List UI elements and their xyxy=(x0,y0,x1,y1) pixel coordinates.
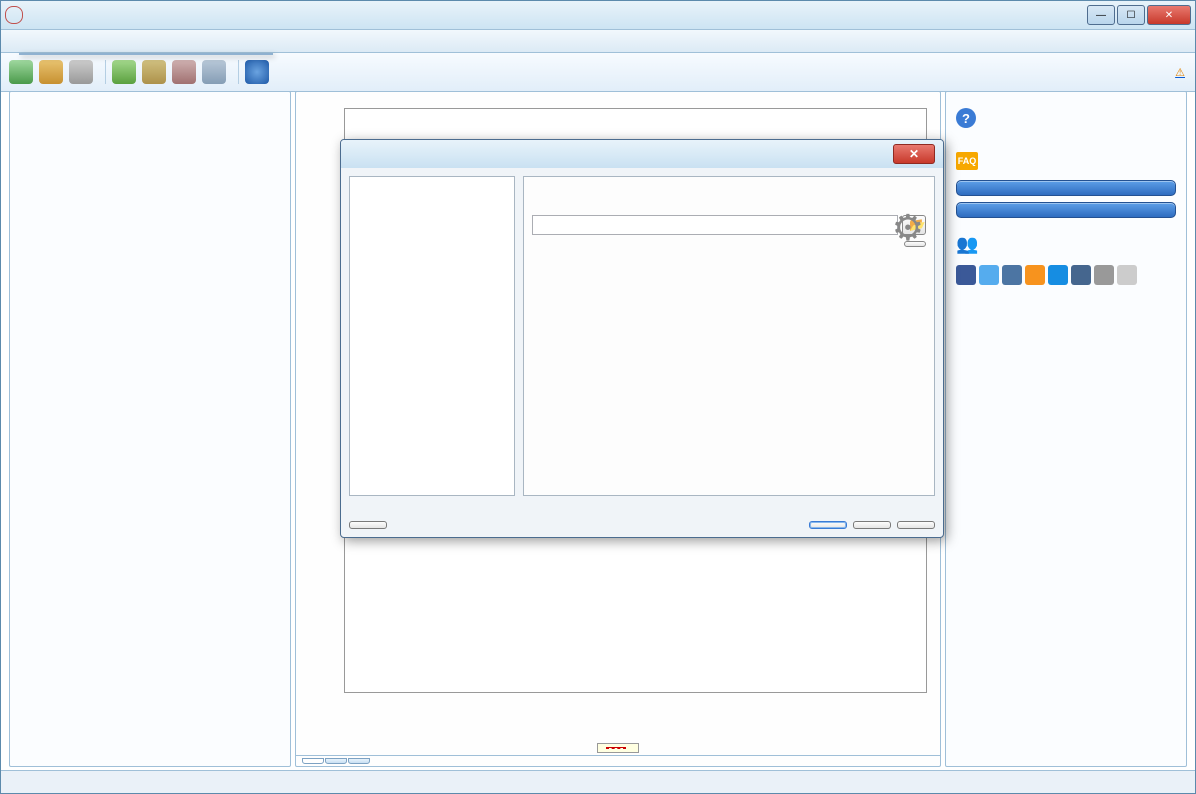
facebook-icon[interactable] xyxy=(956,265,976,285)
close-button[interactable]: ✕ xyxy=(1147,5,1191,25)
menubar xyxy=(1,30,1195,53)
statusbar xyxy=(1,770,1195,793)
help-button[interactable] xyxy=(349,521,387,529)
dialog-close-button[interactable]: ✕ xyxy=(893,144,935,164)
help-panel: ? FAQ 👥 xyxy=(945,91,1187,767)
bottom-tabs xyxy=(296,755,940,766)
settings-pane: ⚙ 📂 xyxy=(523,176,935,496)
feedback-link[interactable]: ⚠ xyxy=(1171,66,1185,79)
chart-legend xyxy=(597,743,639,753)
dialog-titlebar: ✕ xyxy=(341,140,943,168)
add-group-icon[interactable] xyxy=(9,60,33,84)
vk-icon[interactable] xyxy=(1002,265,1022,285)
legend-dashed-line-icon xyxy=(606,748,626,749)
help-heading-share: 👥 xyxy=(956,234,1176,255)
minimize-button[interactable]: — xyxy=(1087,5,1115,25)
settings-tree[interactable] xyxy=(349,176,515,496)
titlebar: — ☐ ✕ xyxy=(1,1,1195,30)
tab-statistics[interactable] xyxy=(348,758,370,764)
apply-button[interactable] xyxy=(897,521,935,529)
ask-question-button[interactable] xyxy=(956,180,1176,196)
settings-dialog: ✕ ⚙ 📂 xyxy=(340,139,944,538)
chart-yaxis xyxy=(304,108,342,693)
app-icon xyxy=(5,6,23,24)
twitter-icon[interactable] xyxy=(979,265,999,285)
hosts-panel xyxy=(9,91,291,767)
chart-xaxis xyxy=(344,697,927,711)
faq-icon: FAQ xyxy=(956,152,978,170)
toolbar: ⚠ xyxy=(1,53,1195,92)
ok-button[interactable] xyxy=(809,521,847,529)
maximize-button[interactable]: ☐ xyxy=(1117,5,1145,25)
separator xyxy=(238,60,239,84)
delete-group-icon[interactable] xyxy=(69,60,93,84)
help-heading-faq: FAQ xyxy=(956,152,1176,170)
question-icon: ? xyxy=(956,108,976,128)
warning-icon: ⚠ xyxy=(1175,66,1185,79)
tab-sensors[interactable] xyxy=(325,758,347,764)
edit-group-icon[interactable] xyxy=(39,60,63,84)
settings-gear-icon[interactable] xyxy=(245,60,269,84)
tab-chart[interactable] xyxy=(302,758,324,764)
close-panel-icon[interactable] xyxy=(1117,265,1137,285)
data-path-input[interactable] xyxy=(532,215,898,235)
social-icons xyxy=(956,265,1176,285)
other-social-icon[interactable] xyxy=(1094,265,1114,285)
delete-host-icon[interactable] xyxy=(172,60,196,84)
cancel-button[interactable] xyxy=(853,521,891,529)
forum-button[interactable] xyxy=(956,202,1176,218)
add-host-icon[interactable] xyxy=(112,60,136,84)
separator xyxy=(105,60,106,84)
help-heading-start: ? xyxy=(956,108,1176,128)
mailru-icon[interactable] xyxy=(1048,265,1068,285)
people-icon: 👥 xyxy=(956,234,978,255)
livejournal-icon[interactable] xyxy=(1071,265,1091,285)
gear-decorative-icon: ⚙ xyxy=(892,207,924,249)
scan-icon[interactable] xyxy=(142,60,166,84)
properties-icon[interactable] xyxy=(202,60,226,84)
chart-title xyxy=(296,92,940,108)
odnoklassniki-icon[interactable] xyxy=(1025,265,1045,285)
file-menu-dropdown xyxy=(19,53,273,55)
